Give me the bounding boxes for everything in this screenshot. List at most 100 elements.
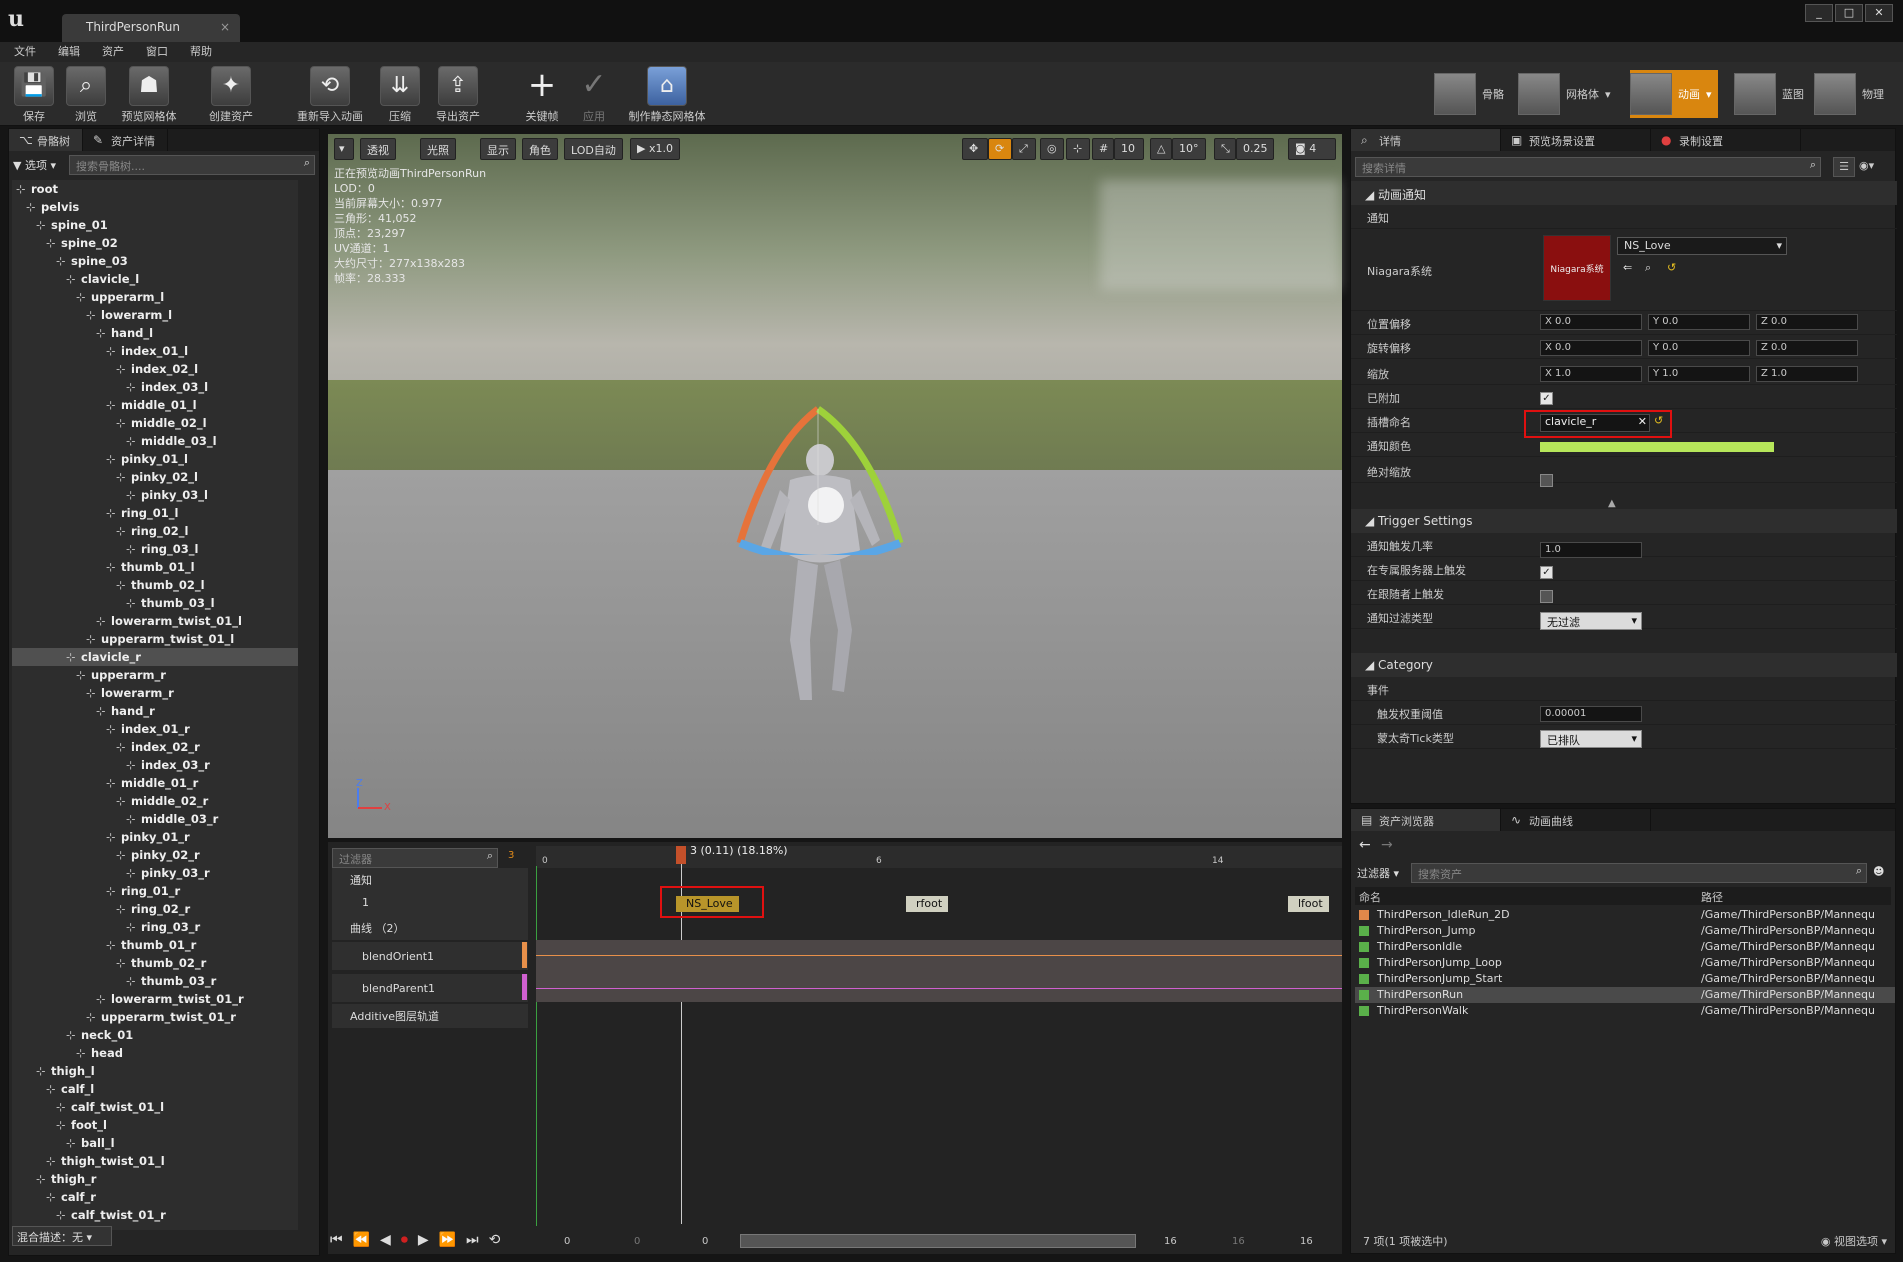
bone-row-middle_01_r[interactable]: ⊹ middle_01_r [12, 774, 198, 792]
record-icon[interactable]: ⏺ [401, 1232, 408, 1248]
blend-profile-dropdown[interactable]: 混合描述：无 ▾ [12, 1226, 112, 1246]
loop-icon[interactable]: ⟲ [489, 1232, 501, 1248]
use-selected-icon[interactable]: ⇐ [1623, 261, 1632, 274]
bone-row-thigh_l[interactable]: ⊹ thigh_l [12, 1062, 95, 1080]
bone-row-thumb_01_r[interactable]: ⊹ thumb_01_r [12, 936, 196, 954]
rotation-snap-icon[interactable]: △ [1150, 138, 1172, 160]
bone-row-hand_r[interactable]: ⊹ hand_r [12, 702, 155, 720]
bone-row-pinky_02_r[interactable]: ⊹ pinky_02_r [12, 846, 200, 864]
bone-row-pinky_01_r[interactable]: ⊹ pinky_01_r [12, 828, 190, 846]
timeline-scrollbar[interactable] [740, 1234, 1136, 1248]
bone-row-thigh_r[interactable]: ⊹ thigh_r [12, 1170, 96, 1188]
bone-row-lowerarm_l[interactable]: ⊹ lowerarm_l [12, 306, 172, 324]
bone-row-ring_02_r[interactable]: ⊹ ring_02_r [12, 900, 190, 918]
skip-end-icon[interactable]: ⏭ [466, 1232, 479, 1248]
bone-row-index_03_r[interactable]: ⊹ index_03_r [12, 756, 210, 774]
bone-row-middle_01_l[interactable]: ⊹ middle_01_l [12, 396, 197, 414]
menu-file[interactable]: 文件 [14, 42, 36, 62]
bone-row-head[interactable]: ⊹ head [12, 1044, 123, 1062]
scale-y-field[interactable]: Y 1.0 [1648, 366, 1750, 382]
menu-asset[interactable]: 资产 [102, 42, 124, 62]
scale-icon[interactable]: ⤢ [1012, 138, 1036, 160]
step-back-icon[interactable]: ⏪ [353, 1232, 370, 1248]
chevron-down-icon[interactable]: ▾ [1605, 88, 1611, 101]
bone-row-ball_l[interactable]: ⊹ ball_l [12, 1134, 115, 1152]
browse-asset-icon[interactable]: ⌕ [1645, 261, 1651, 275]
curve-area[interactable] [536, 940, 1342, 1002]
montage-tick-dropdown[interactable]: 已排队 ▾ [1540, 730, 1642, 748]
curves-track-header[interactable]: 曲线 （2） [332, 916, 528, 940]
skip-start-icon[interactable]: ⏮ [330, 1232, 343, 1248]
menu-edit[interactable]: 编辑 [58, 42, 80, 62]
mode-physics[interactable]: 物理 [1814, 70, 1884, 118]
bone-row-index_01_l[interactable]: ⊹ index_01_l [12, 342, 188, 360]
bone-row-ring_03_l[interactable]: ⊹ ring_03_l [12, 540, 198, 558]
notify-track-row[interactable]: 1 [332, 892, 528, 916]
tab-preview-scene[interactable]: ▣ 预览场景设置 [1501, 129, 1651, 151]
bone-row-thumb_02_l[interactable]: ⊹ thumb_02_l [12, 576, 205, 594]
bone-row-ring_02_l[interactable]: ⊹ ring_02_l [12, 522, 188, 540]
step-forward-icon[interactable]: ⏩ [439, 1232, 456, 1248]
rotation-snap-value[interactable]: 10° [1172, 138, 1206, 160]
bone-row-middle_02_r[interactable]: ⊹ middle_02_r [12, 792, 208, 810]
menu-window[interactable]: 窗口 [146, 42, 168, 62]
lod-auto-button[interactable]: LOD自动 [564, 138, 623, 160]
grid-snap-value[interactable]: 10 [1114, 138, 1144, 160]
notify-track-header[interactable]: 通知 [332, 868, 528, 892]
keyframe-button[interactable]: + 关键帧 [520, 66, 564, 124]
bone-row-ring_01_r[interactable]: ⊹ ring_01_r [12, 882, 180, 900]
bone-row-index_01_r[interactable]: ⊹ index_01_r [12, 720, 190, 738]
playback-speed-button[interactable]: ▶ x1.0 [630, 138, 680, 160]
surface-snap-icon[interactable]: ⊹ [1066, 138, 1090, 160]
options-dropdown[interactable]: ▼ 选项 ▾ [13, 157, 56, 173]
bone-row-clavicle_r[interactable]: ⊹ clavicle_r [12, 648, 298, 666]
asset-row[interactable]: ThirdPersonJump_Loop/Game/ThirdPersonBP/… [1355, 955, 1895, 971]
browse-button[interactable]: ⌕ 浏览 [64, 66, 108, 124]
apply-button[interactable]: ✓ 应用 [572, 66, 616, 124]
viewport-menu-button[interactable]: ▾ [334, 138, 354, 160]
bone-search-input[interactable]: 搜索骨骼树.... ⌕ [69, 155, 315, 175]
scale-z-field[interactable]: Z 1.0 [1756, 366, 1858, 382]
bone-row-middle_03_r[interactable]: ⊹ middle_03_r [12, 810, 218, 828]
bone-row-hand_l[interactable]: ⊹ hand_l [12, 324, 153, 342]
tab-skeleton-tree[interactable]: ⌥ 骨骼树 [9, 129, 83, 151]
list-view-icon[interactable]: ☰ [1833, 157, 1855, 177]
back-arrow-icon[interactable]: ← [1359, 837, 1371, 853]
asset-search-input[interactable]: 搜索资产 ⌕ [1411, 863, 1867, 883]
bone-row-upperarm_r[interactable]: ⊹ upperarm_r [12, 666, 166, 684]
bone-row-calf_l[interactable]: ⊹ calf_l [12, 1080, 94, 1098]
bone-row-thumb_01_l[interactable]: ⊹ thumb_01_l [12, 558, 195, 576]
bone-row-neck_01[interactable]: ⊹ neck_01 [12, 1026, 133, 1044]
reset-icon[interactable]: ↺ [1667, 261, 1676, 274]
bone-row-calf_r[interactable]: ⊹ calf_r [12, 1188, 96, 1206]
notify-lfoot[interactable]: lfoot [1288, 896, 1329, 912]
collapse-arrow-icon[interactable]: ▲ [1608, 498, 1616, 509]
mode-animation[interactable]: 动画 ▾ [1630, 70, 1718, 118]
timeline-filter-input[interactable]: 过滤器 ⌕ [332, 848, 498, 868]
niagara-thumbnail[interactable]: Niagara系统 [1543, 235, 1611, 301]
character-button[interactable]: 角色 [522, 138, 558, 160]
camera-speed-button[interactable]: ◙ 4 [1288, 138, 1336, 160]
play-icon[interactable]: ▶ [418, 1232, 429, 1248]
eye-icon[interactable]: ◉▾ [1859, 159, 1874, 172]
menu-help[interactable]: 帮助 [190, 42, 212, 62]
document-tab[interactable]: ThirdPersonRun × [62, 14, 240, 42]
save-button[interactable]: 💾 保存 [12, 66, 56, 124]
rotation-z-field[interactable]: Z 0.0 [1756, 340, 1858, 356]
maximize-button[interactable]: □ [1835, 4, 1863, 22]
world-local-icon[interactable]: ◎ [1040, 138, 1064, 160]
bone-row-clavicle_l[interactable]: ⊹ clavicle_l [12, 270, 139, 288]
tab-details[interactable]: ⌕ 详情 [1351, 129, 1501, 151]
grid-snap-icon[interactable]: # [1092, 138, 1114, 160]
notify-rfoot[interactable]: rfoot [906, 896, 949, 912]
asset-row[interactable]: ThirdPerson_IdleRun_2D/Game/ThirdPersonB… [1355, 907, 1895, 923]
bone-row-upperarm_twist_01_l[interactable]: ⊹ upperarm_twist_01_l [12, 630, 234, 648]
asset-row[interactable]: ThirdPersonJump_Start/Game/ThirdPersonBP… [1355, 971, 1895, 987]
bone-row-pinky_03_l[interactable]: ⊹ pinky_03_l [12, 486, 208, 504]
location-y-field[interactable]: Y 0.0 [1648, 314, 1750, 330]
close-window-button[interactable]: ✕ [1865, 4, 1893, 22]
asset-filter-dropdown[interactable]: 过滤器 ▾ [1357, 865, 1399, 881]
bone-row-thumb_03_l[interactable]: ⊹ thumb_03_l [12, 594, 215, 612]
compress-button[interactable]: ⇊ 压缩 [378, 66, 422, 124]
minimize-button[interactable]: _ [1805, 4, 1833, 22]
